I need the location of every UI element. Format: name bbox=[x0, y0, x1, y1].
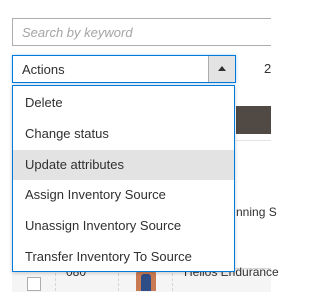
menu-item-transfer-inventory[interactable]: Transfer Inventory To Source bbox=[13, 242, 234, 273]
product-thumbnail bbox=[136, 270, 156, 291]
actions-label: Actions bbox=[22, 62, 65, 77]
chevron-up-icon bbox=[218, 66, 226, 71]
records-count-fragment: 2 bbox=[264, 61, 272, 76]
grid-cell-partial: nning S bbox=[236, 205, 277, 219]
menu-item-assign-inventory-source[interactable]: Assign Inventory Source bbox=[13, 180, 234, 211]
actions-menu: Delete Change status Update attributes A… bbox=[12, 85, 235, 272]
search-box[interactable] bbox=[12, 18, 271, 46]
grid-header bbox=[236, 106, 271, 134]
search-input[interactable] bbox=[13, 19, 271, 45]
menu-item-unassign-inventory-source[interactable]: Unassign Inventory Source bbox=[13, 211, 234, 242]
menu-item-update-attributes[interactable]: Update attributes bbox=[13, 149, 234, 181]
grid-divider bbox=[236, 140, 271, 141]
actions-dropdown[interactable]: Actions bbox=[12, 55, 236, 83]
menu-item-delete[interactable]: Delete bbox=[13, 88, 234, 119]
menu-item-change-status[interactable]: Change status bbox=[13, 119, 234, 150]
row-select-checkbox[interactable] bbox=[27, 277, 41, 291]
actions-toggle-button[interactable] bbox=[208, 56, 235, 82]
